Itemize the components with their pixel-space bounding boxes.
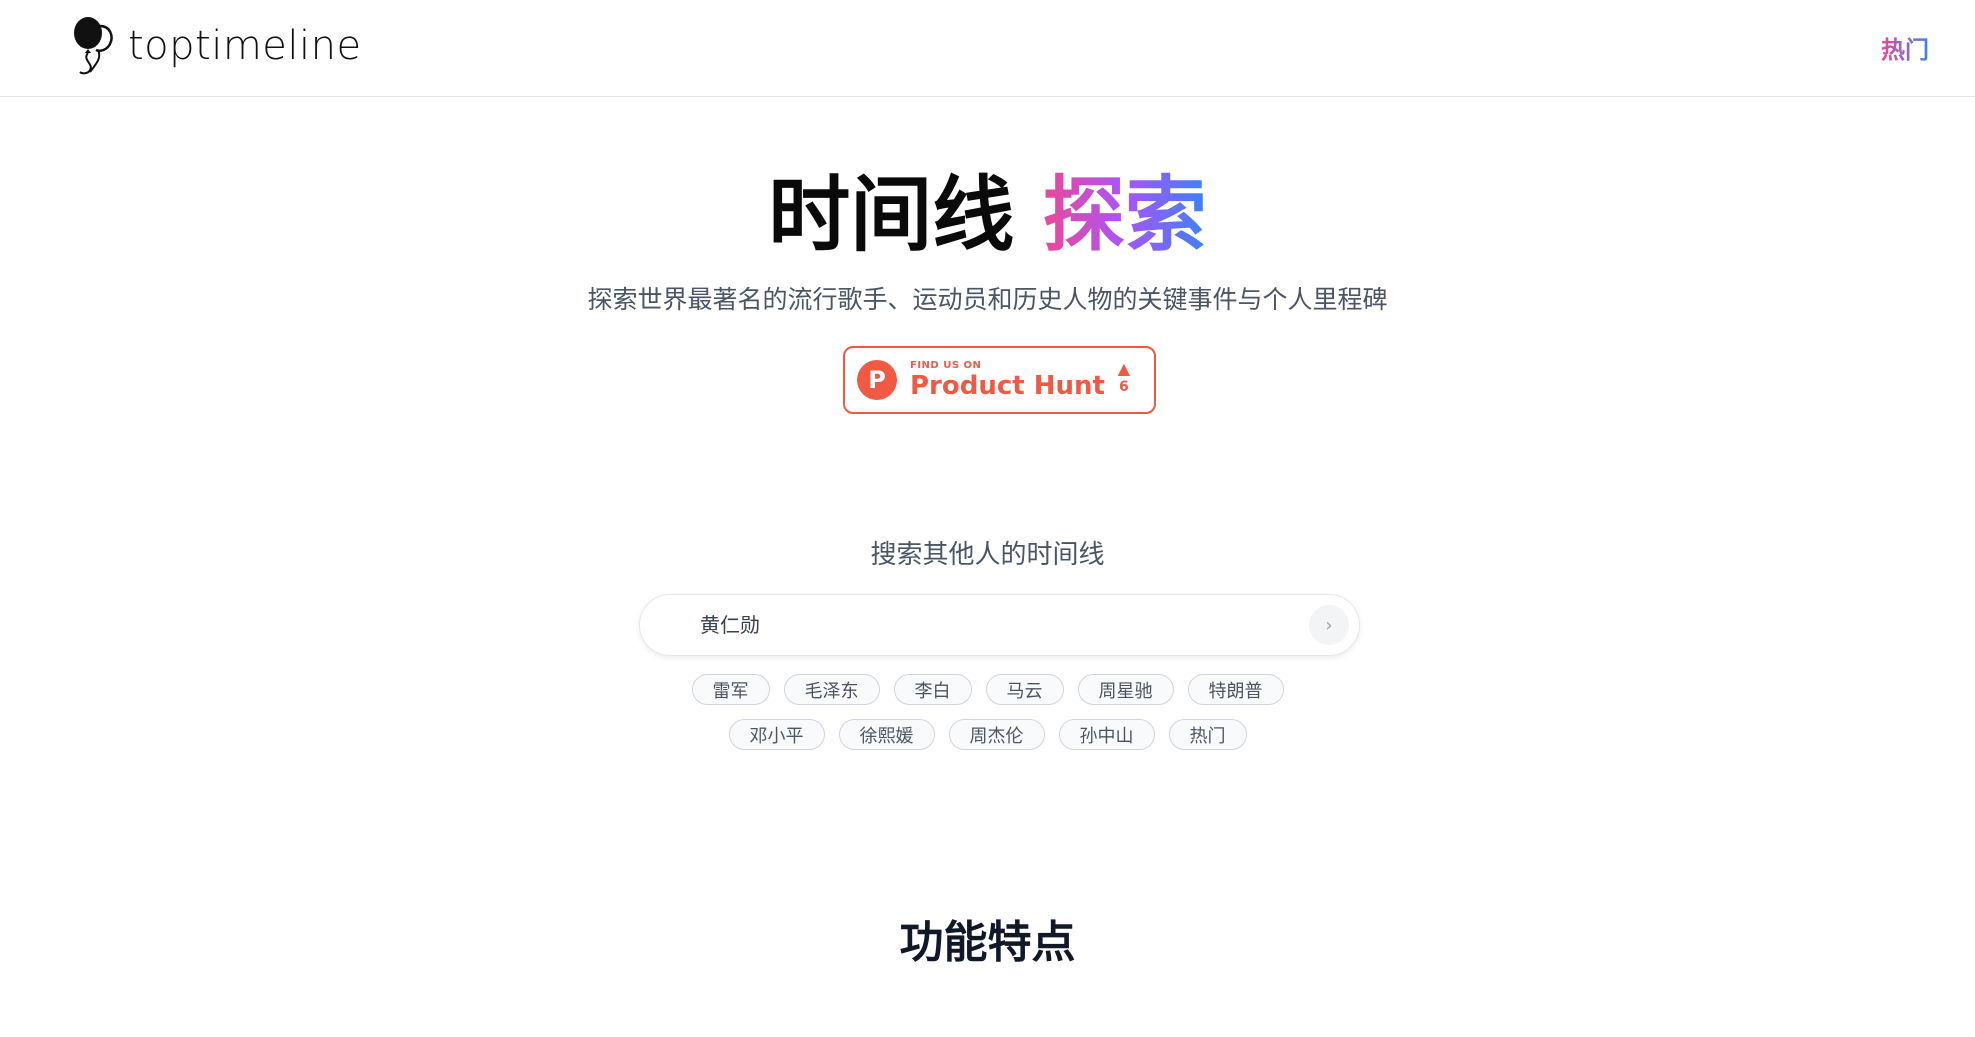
suggestion-tag[interactable]: 马云 [985,674,1064,705]
features-title: 功能特点 [899,917,1076,968]
balloon-logo-icon [74,17,113,75]
suggestion-tag[interactable]: 邓小平 [728,719,825,750]
hero-title: 时间线 探索 [0,166,1975,266]
site-header: toptimeline 热门 [0,0,1975,97]
suggestion-tag[interactable]: 特朗普 [1187,674,1284,705]
suggestion-tag[interactable]: 徐熙媛 [838,719,935,750]
suggestion-tag[interactable]: 孙中山 [1058,719,1155,750]
product-hunt-big-text: Product Hunt [910,370,1105,401]
logo-text: toptimeline [128,23,362,69]
upvote-count: 6 [1118,379,1129,395]
suggestion-tags-row-1: 雷军 毛泽东 李白 马云 周星驰 特朗普 [0,674,1975,705]
search-label: 搜索其他人的时间线 [870,540,1105,570]
logo[interactable]: toptimeline [68,14,362,78]
search-input[interactable] [700,595,1260,655]
nav-hot-link[interactable]: 热门 [1881,30,1929,65]
suggestion-tag[interactable]: 李白 [893,674,972,705]
suggestion-tag-hot[interactable]: 热门 [1168,719,1247,750]
hero-subtitle: 探索世界最著名的流行歌手、运动员和历史人物的关键事件与个人里程碑 [587,285,1388,314]
product-hunt-logo-icon: P [857,360,897,400]
upvote-triangle-icon: ▲ [1117,359,1130,378]
suggestion-tag[interactable]: 毛泽东 [783,674,880,705]
search-box: › [639,594,1360,656]
search-submit-button[interactable]: › [1309,605,1349,645]
product-hunt-badge[interactable]: P FIND US ON Product Hunt ▲ 6 [843,346,1156,414]
chevron-right-icon: › [1325,614,1333,636]
suggestion-tag[interactable]: 雷军 [691,674,770,705]
suggestion-tags-row-2: 邓小平 徐熙媛 周杰伦 孙中山 热门 [0,719,1975,750]
hero-title-main: 时间线 [768,168,1043,263]
product-hunt-small-text: FIND US ON [910,359,982,371]
suggestion-tag[interactable]: 周星驰 [1077,674,1174,705]
product-hunt-text: FIND US ON Product Hunt [910,360,1105,401]
suggestion-tag[interactable]: 周杰伦 [948,719,1045,750]
product-hunt-upvote: ▲ 6 [1118,360,1130,396]
hero-title-accent: 探索 [1042,168,1207,263]
